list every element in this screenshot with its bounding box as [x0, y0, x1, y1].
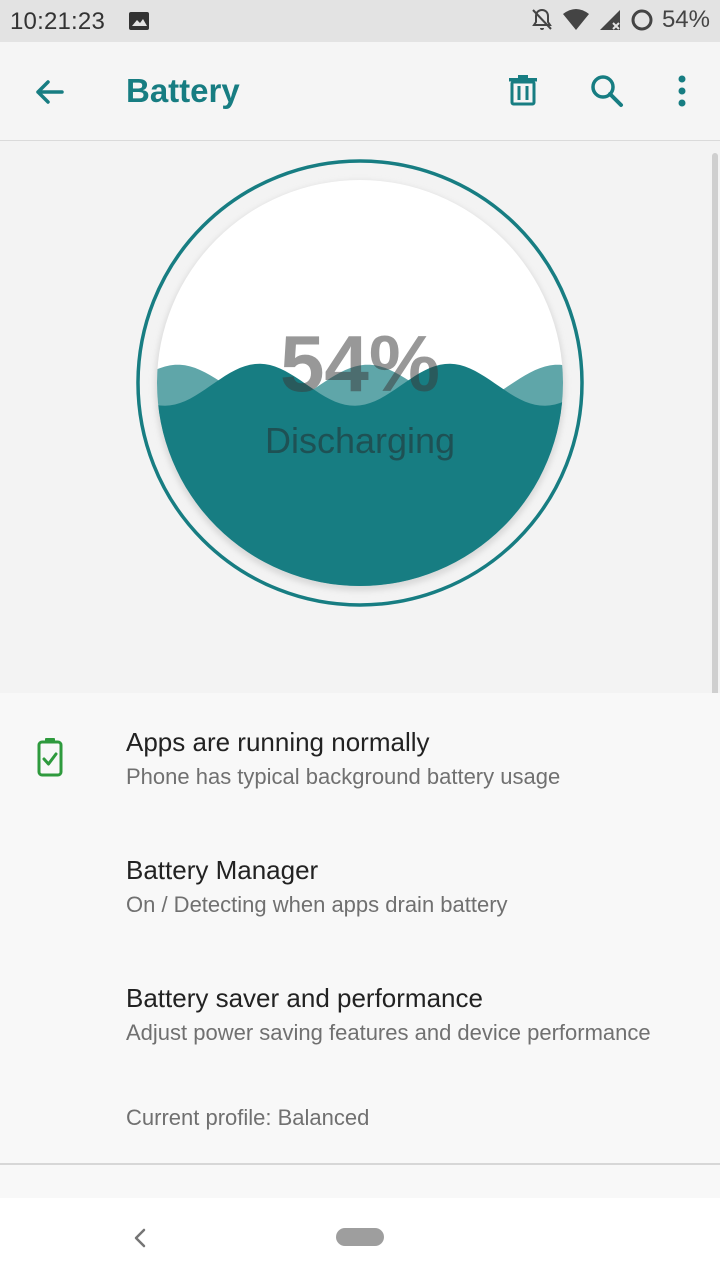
status-battery-percent: 54%	[661, 6, 710, 33]
back-arrow-icon[interactable]	[26, 68, 74, 116]
list-item-subtitle: On / Detecting when apps drain battery	[126, 892, 508, 917]
navigation-bar	[0, 1198, 720, 1280]
page-title: Battery	[126, 72, 240, 109]
battery-level-label: 54%	[279, 319, 441, 408]
scrollbar[interactable]	[712, 153, 718, 785]
status-time: 10:21:23	[10, 8, 106, 35]
list-bottom-edge	[0, 1165, 720, 1199]
list-item-battery-manager[interactable]: Battery Manager On / Detecting when apps…	[0, 821, 720, 949]
status-icons: 54%	[530, 6, 710, 34]
list-item-title: Battery Manager	[126, 855, 319, 885]
list-item-title: Battery saver and performance	[126, 983, 483, 1013]
image-icon	[129, 12, 149, 30]
list-item-battery-saver[interactable]: Battery saver and performance Adjust pow…	[0, 949, 720, 1163]
list-item-title: Apps are running normally	[126, 727, 430, 757]
search-icon[interactable]	[583, 67, 631, 115]
app-bar: Battery	[0, 42, 720, 141]
delete-icon[interactable]	[499, 67, 547, 115]
battery-check-icon	[37, 738, 63, 777]
list-item-apps-running[interactable]: Apps are running normally Phone has typi…	[0, 693, 720, 821]
wifi-icon	[562, 9, 589, 30]
list-item-subtitle: Adjust power saving features and device …	[126, 1020, 651, 1045]
signal-icon	[599, 10, 620, 30]
status-bar: 10:21:23 54%	[0, 0, 720, 42]
nav-home-pill[interactable]	[336, 1228, 384, 1246]
nav-back-icon[interactable]	[126, 1222, 154, 1254]
more-vert-icon[interactable]	[658, 67, 706, 115]
list-item-subtitle: Phone has typical background battery usa…	[126, 764, 561, 789]
battery-settings-list: Apps are running normally Phone has typi…	[0, 693, 720, 1163]
notifications-off-icon	[532, 8, 552, 30]
battery-state-label: Discharging	[264, 420, 456, 461]
battery-saver-icon	[631, 9, 653, 31]
list-item-extra: Current profile: Balanced	[126, 1105, 370, 1130]
